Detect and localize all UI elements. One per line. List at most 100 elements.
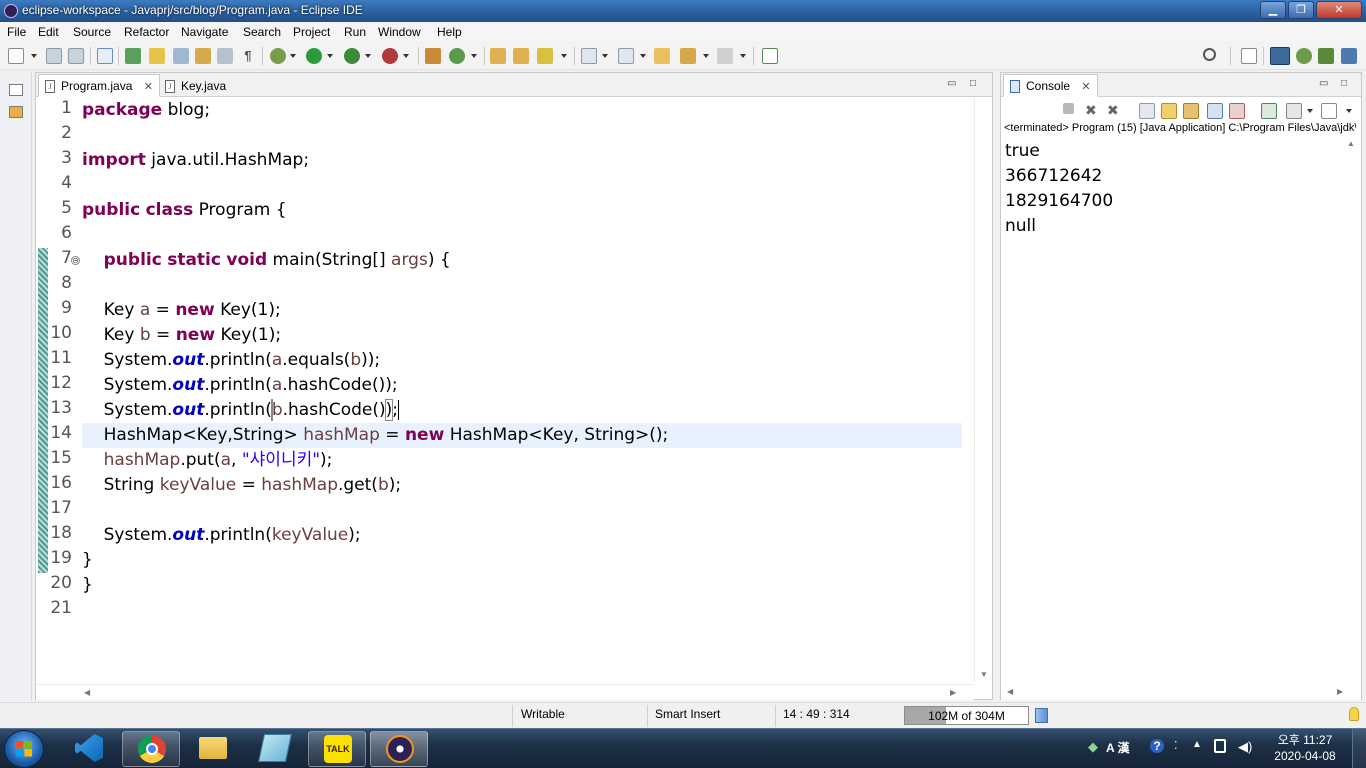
external-tools-icon[interactable] bbox=[382, 48, 398, 64]
scroll-right-icon[interactable]: ▶ bbox=[1337, 687, 1343, 696]
pin-console-icon[interactable] bbox=[1261, 103, 1277, 119]
next-annotation-icon[interactable] bbox=[581, 48, 597, 64]
search-refs-icon[interactable] bbox=[173, 48, 189, 64]
terminate-icon[interactable] bbox=[1063, 103, 1074, 114]
run-dropdown-icon[interactable] bbox=[327, 54, 333, 58]
taskbar-notepad[interactable] bbox=[246, 731, 304, 767]
open-folder-icon[interactable] bbox=[490, 48, 506, 64]
menu-edit[interactable]: Edit bbox=[38, 25, 59, 39]
open-type-icon[interactable] bbox=[125, 48, 141, 64]
tab-program-java[interactable]: J Program.java ✕ bbox=[38, 74, 160, 97]
taskbar-vscode[interactable] bbox=[60, 731, 118, 767]
scroll-left-icon[interactable]: ◀ bbox=[84, 688, 90, 697]
maximize-editor-icon[interactable]: □ bbox=[970, 78, 976, 89]
forward-dropdown-icon[interactable] bbox=[740, 54, 746, 58]
scroll-down-icon[interactable]: ▼ bbox=[980, 670, 988, 679]
search-dropdown-icon[interactable] bbox=[561, 54, 567, 58]
forward-icon[interactable] bbox=[717, 48, 733, 64]
back-icon[interactable] bbox=[680, 48, 696, 64]
system-clock[interactable]: 오후 11:27 2020-04-08 bbox=[1270, 732, 1340, 764]
debug-perspective-icon[interactable] bbox=[1296, 48, 1312, 64]
close-button[interactable]: ✕ bbox=[1316, 1, 1362, 19]
open-console-icon[interactable] bbox=[1321, 103, 1337, 119]
show-stderr-icon[interactable] bbox=[1229, 103, 1245, 119]
quick-access-search-icon[interactable] bbox=[1203, 48, 1216, 61]
maximize-button[interactable]: ❐ bbox=[1288, 1, 1314, 19]
scroll-left-icon[interactable]: ◀ bbox=[1007, 687, 1013, 696]
new-java-class-icon[interactable] bbox=[449, 48, 465, 64]
taskbar-kakaotalk[interactable]: TALK bbox=[308, 731, 366, 767]
toggle-block-icon[interactable] bbox=[217, 48, 233, 64]
minimize-button[interactable]: ▁ bbox=[1260, 1, 1286, 19]
next-annotation-dropdown-icon[interactable] bbox=[602, 54, 608, 58]
garbage-collect-icon[interactable] bbox=[1035, 708, 1048, 723]
tab-close-icon[interactable]: ✕ bbox=[144, 81, 153, 93]
word-wrap-icon[interactable] bbox=[1183, 103, 1199, 119]
prev-annotation-icon[interactable] bbox=[618, 48, 634, 64]
back-dropdown-icon[interactable] bbox=[703, 54, 709, 58]
taskbar-eclipse[interactable] bbox=[370, 731, 428, 767]
menu-project[interactable]: Project bbox=[293, 25, 330, 39]
menu-help[interactable]: Help bbox=[437, 25, 462, 39]
scroll-lock-icon[interactable] bbox=[1161, 103, 1177, 119]
fold-toggle-icon[interactable]: ⊖ bbox=[71, 256, 80, 265]
console-vertical-scrollbar[interactable]: ▲ bbox=[1343, 139, 1361, 684]
package-explorer-icon[interactable] bbox=[9, 106, 23, 118]
show-hidden-icons[interactable]: ▲ bbox=[1192, 739, 1202, 750]
remove-launch-icon[interactable]: ✖ bbox=[1085, 102, 1101, 118]
menu-window[interactable]: Window bbox=[378, 25, 421, 39]
minimize-editor-icon[interactable]: ▭ bbox=[947, 78, 956, 89]
volume-icon[interactable]: ◀) bbox=[1238, 739, 1252, 755]
tab-close-icon[interactable]: ✕ bbox=[1081, 81, 1090, 93]
save-all-icon[interactable] bbox=[68, 48, 84, 64]
toggle-mark-icon[interactable] bbox=[195, 48, 211, 64]
editor-vertical-scrollbar[interactable]: ▼ bbox=[974, 98, 992, 684]
menu-run[interactable]: Run bbox=[344, 25, 366, 39]
debug-icon[interactable] bbox=[270, 48, 286, 64]
open-console-dropdown-icon[interactable] bbox=[1346, 109, 1352, 113]
coverage-icon[interactable] bbox=[344, 48, 360, 64]
debug-dropdown-icon[interactable] bbox=[290, 54, 296, 58]
tab-key-java[interactable]: J Key.java bbox=[158, 74, 233, 97]
minimize-console-icon[interactable]: ▭ bbox=[1319, 78, 1328, 89]
insert-mode-status[interactable]: Smart Insert bbox=[655, 707, 720, 721]
tab-console[interactable]: Console ✕ bbox=[1003, 74, 1098, 97]
clear-console-icon[interactable] bbox=[1139, 103, 1155, 119]
show-desktop-button[interactable] bbox=[1352, 729, 1366, 768]
restore-view-icon[interactable] bbox=[9, 84, 23, 96]
search-icon[interactable] bbox=[537, 48, 553, 64]
menu-file[interactable]: File bbox=[7, 25, 26, 39]
last-edit-icon[interactable] bbox=[654, 48, 670, 64]
git-perspective-icon[interactable] bbox=[1341, 48, 1357, 64]
cursor-position[interactable]: 14 : 49 : 314 bbox=[783, 707, 850, 721]
remove-all-terminated-icon[interactable]: ✖ bbox=[1107, 102, 1123, 118]
run-icon[interactable] bbox=[306, 48, 322, 64]
new-dropdown-icon[interactable] bbox=[31, 54, 37, 58]
save-icon[interactable] bbox=[46, 48, 62, 64]
menu-source[interactable]: Source bbox=[73, 25, 111, 39]
taskbar-explorer[interactable] bbox=[184, 731, 242, 767]
new-class-dropdown-icon[interactable] bbox=[471, 54, 477, 58]
tip-lightbulb-icon[interactable] bbox=[1349, 707, 1359, 721]
console-output[interactable]: true 366712642 1829164700 null bbox=[1005, 139, 1113, 239]
scroll-right-icon[interactable]: ▶ bbox=[950, 688, 956, 697]
coverage-dropdown-icon[interactable] bbox=[365, 54, 371, 58]
console-horizontal-scrollbar[interactable]: ◀ ▶ bbox=[1001, 684, 1361, 700]
skip-breakpoints-icon[interactable] bbox=[97, 48, 113, 64]
maximize-console-icon[interactable]: □ bbox=[1341, 78, 1347, 89]
menu-navigate[interactable]: Navigate bbox=[181, 25, 228, 39]
show-whitespace-icon[interactable]: ¶ bbox=[240, 48, 256, 64]
java-perspective-icon[interactable] bbox=[1270, 47, 1290, 65]
menu-refactor[interactable]: Refactor bbox=[124, 25, 169, 39]
new-icon[interactable] bbox=[8, 48, 24, 64]
open-folder-2-icon[interactable] bbox=[513, 48, 529, 64]
ime-language-indicator[interactable]: A 漢 bbox=[1106, 739, 1130, 756]
scroll-up-icon[interactable]: ▲ bbox=[1347, 139, 1355, 148]
open-perspective-icon[interactable] bbox=[1241, 48, 1257, 64]
show-stdout-icon[interactable] bbox=[1207, 103, 1223, 119]
code-area[interactable]: 1 2 3 4 5 6 7 8 9 10 11 12 13 14 15 16 1… bbox=[36, 98, 974, 684]
start-button[interactable] bbox=[4, 730, 44, 768]
ime-options-icon[interactable]: ⁚ bbox=[1174, 739, 1178, 752]
display-console-dropdown-icon[interactable] bbox=[1307, 109, 1313, 113]
ime-help-icon[interactable]: ? bbox=[1150, 739, 1164, 753]
